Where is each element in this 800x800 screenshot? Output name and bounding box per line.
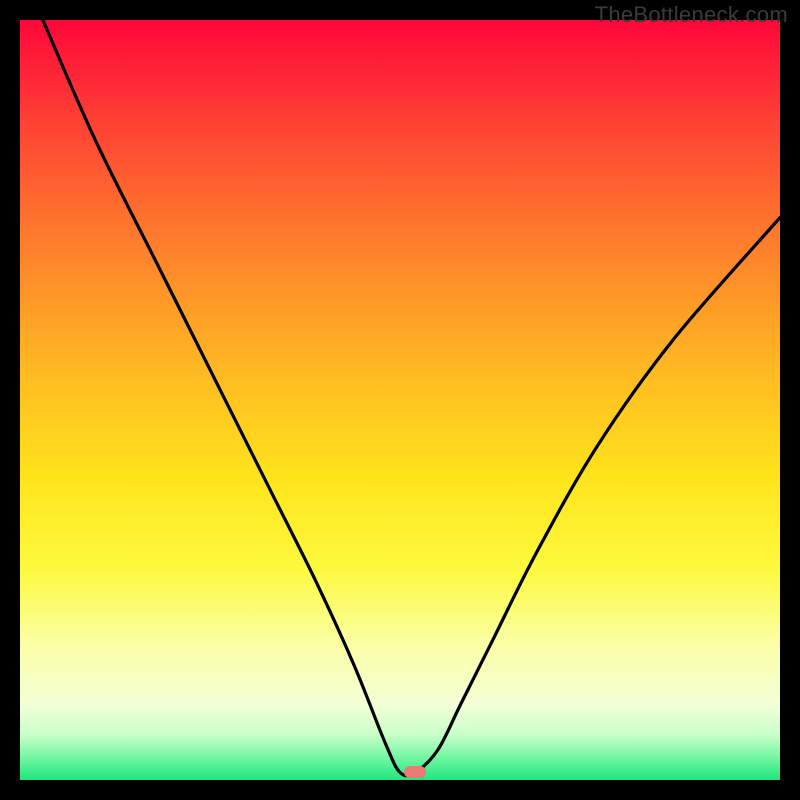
optimum-marker: [404, 766, 426, 778]
curve-path: [43, 20, 780, 776]
bottleneck-curve: [20, 20, 780, 780]
watermark-text: TheBottleneck.com: [595, 2, 788, 28]
chart-frame: TheBottleneck.com: [0, 0, 800, 800]
plot-area: [20, 20, 780, 780]
